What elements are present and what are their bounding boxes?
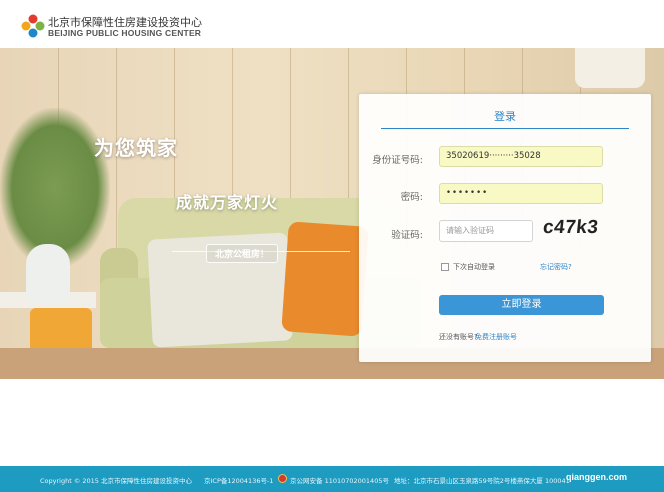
footer-icp[interactable]: 京ICP备12004136号-1 bbox=[204, 475, 273, 485]
footer-police-record[interactable]: 京公网安备 11010702001405号 bbox=[290, 475, 389, 485]
page: 北京市保障性住房建设投资中心 BEIJING PUBLIC HOUSING CE… bbox=[0, 0, 664, 492]
slogan-badge: 北京公租房！ bbox=[206, 244, 279, 263]
pillow-orange bbox=[281, 221, 369, 337]
login-title: 登录 bbox=[494, 110, 516, 123]
vase bbox=[26, 244, 70, 304]
logo-icon bbox=[21, 14, 45, 38]
no-account-text: 还没有账号? bbox=[439, 333, 478, 341]
register-link[interactable]: 免费注册账号 bbox=[475, 332, 517, 342]
id-number-label: 身份证号码: bbox=[372, 155, 423, 166]
login-title-underline bbox=[381, 128, 629, 129]
login-button[interactable]: 立即登录 bbox=[439, 295, 604, 315]
remember-checkbox[interactable] bbox=[441, 263, 449, 271]
remember-label[interactable]: 下次自动登录 bbox=[453, 262, 495, 272]
footer-copyright: Copyright © 2015 北京市保障性住房建设投资中心 bbox=[40, 477, 193, 485]
slogan-primary: 为您筑家 bbox=[94, 136, 178, 160]
police-badge-icon bbox=[278, 474, 287, 483]
watermark-logo: 走你谷 bbox=[508, 444, 562, 464]
watermark-site: qianggen.com bbox=[566, 472, 628, 482]
forgot-password-link[interactable]: 忘记密码? bbox=[540, 262, 572, 272]
header: 北京市保障性住房建设投资中心 BEIJING PUBLIC HOUSING CE… bbox=[0, 0, 664, 48]
footer: Copyright © 2015 北京市保障性住房建设投资中心 京ICP备120… bbox=[0, 466, 664, 492]
captcha-input[interactable]: 请输入验证码 bbox=[439, 220, 533, 242]
password-label: 密码: bbox=[400, 192, 423, 203]
slogan-secondary: 成就万家灯火 bbox=[176, 193, 279, 212]
logo-title-en: BEIJING PUBLIC HOUSING CENTER bbox=[48, 28, 202, 38]
captcha-label: 验证码: bbox=[391, 230, 423, 241]
password-input[interactable]: ••••••• bbox=[439, 183, 603, 204]
id-number-input[interactable]: 35020619·········35028 bbox=[439, 146, 603, 167]
lamp-shade bbox=[575, 48, 645, 88]
footer-address: 地址：北京市石景山区玉泉路59号院2号楼燕保大厦 100041 bbox=[394, 477, 570, 485]
login-panel: 登录 身份证号码: 35020619·········35028 密码: •••… bbox=[359, 94, 651, 362]
captcha-image[interactable]: c47k3 bbox=[542, 217, 600, 239]
